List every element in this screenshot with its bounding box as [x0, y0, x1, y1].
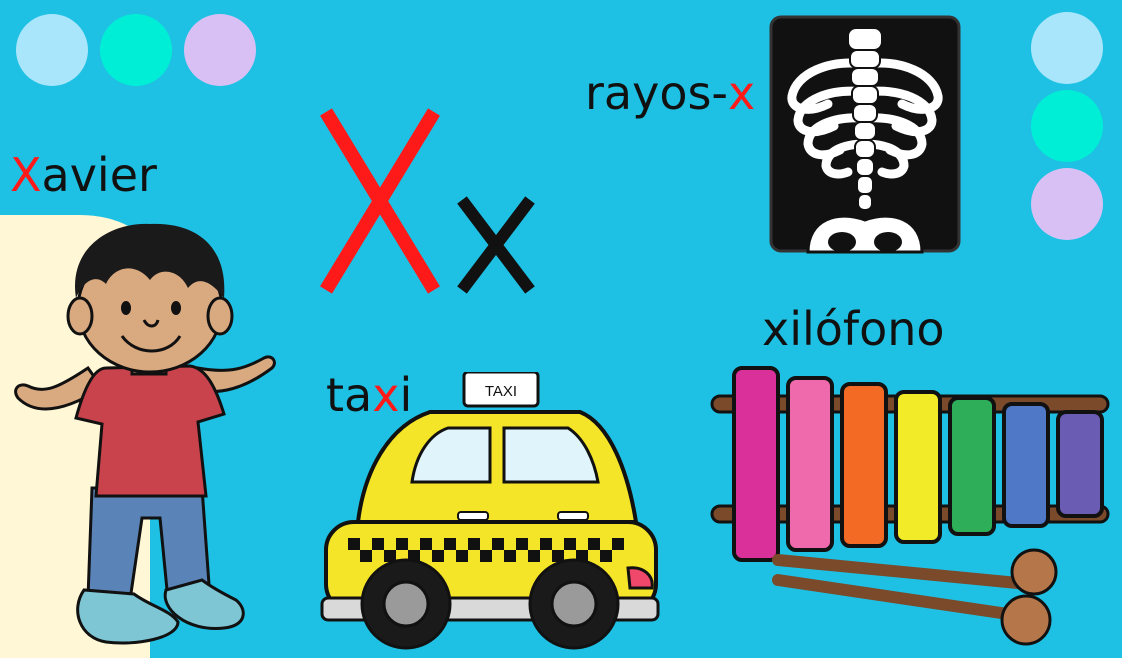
word-xilofono: xilófono — [762, 302, 945, 356]
xylophone-illustration — [710, 366, 1110, 646]
decor-dot-lilac-right — [1031, 168, 1103, 240]
decor-dot-blue-right — [1031, 12, 1103, 84]
decor-dot-teal — [100, 14, 172, 86]
word-rayos-x: rayos-x — [585, 66, 756, 120]
xray-illustration — [769, 15, 961, 254]
boy-xavier-illustration — [14, 223, 276, 645]
uppercase-letter-x: X — [320, 108, 440, 294]
decor-dot-lilac — [184, 14, 256, 86]
taxi-illustration: TAXI — [320, 372, 660, 650]
taxi-sign-text: TAXI — [485, 383, 517, 400]
decor-dot-teal-right — [1031, 90, 1103, 162]
decor-dot-blue — [16, 14, 88, 86]
lowercase-letter-x: x — [457, 196, 535, 294]
word-xavier: Xavier — [10, 148, 157, 202]
